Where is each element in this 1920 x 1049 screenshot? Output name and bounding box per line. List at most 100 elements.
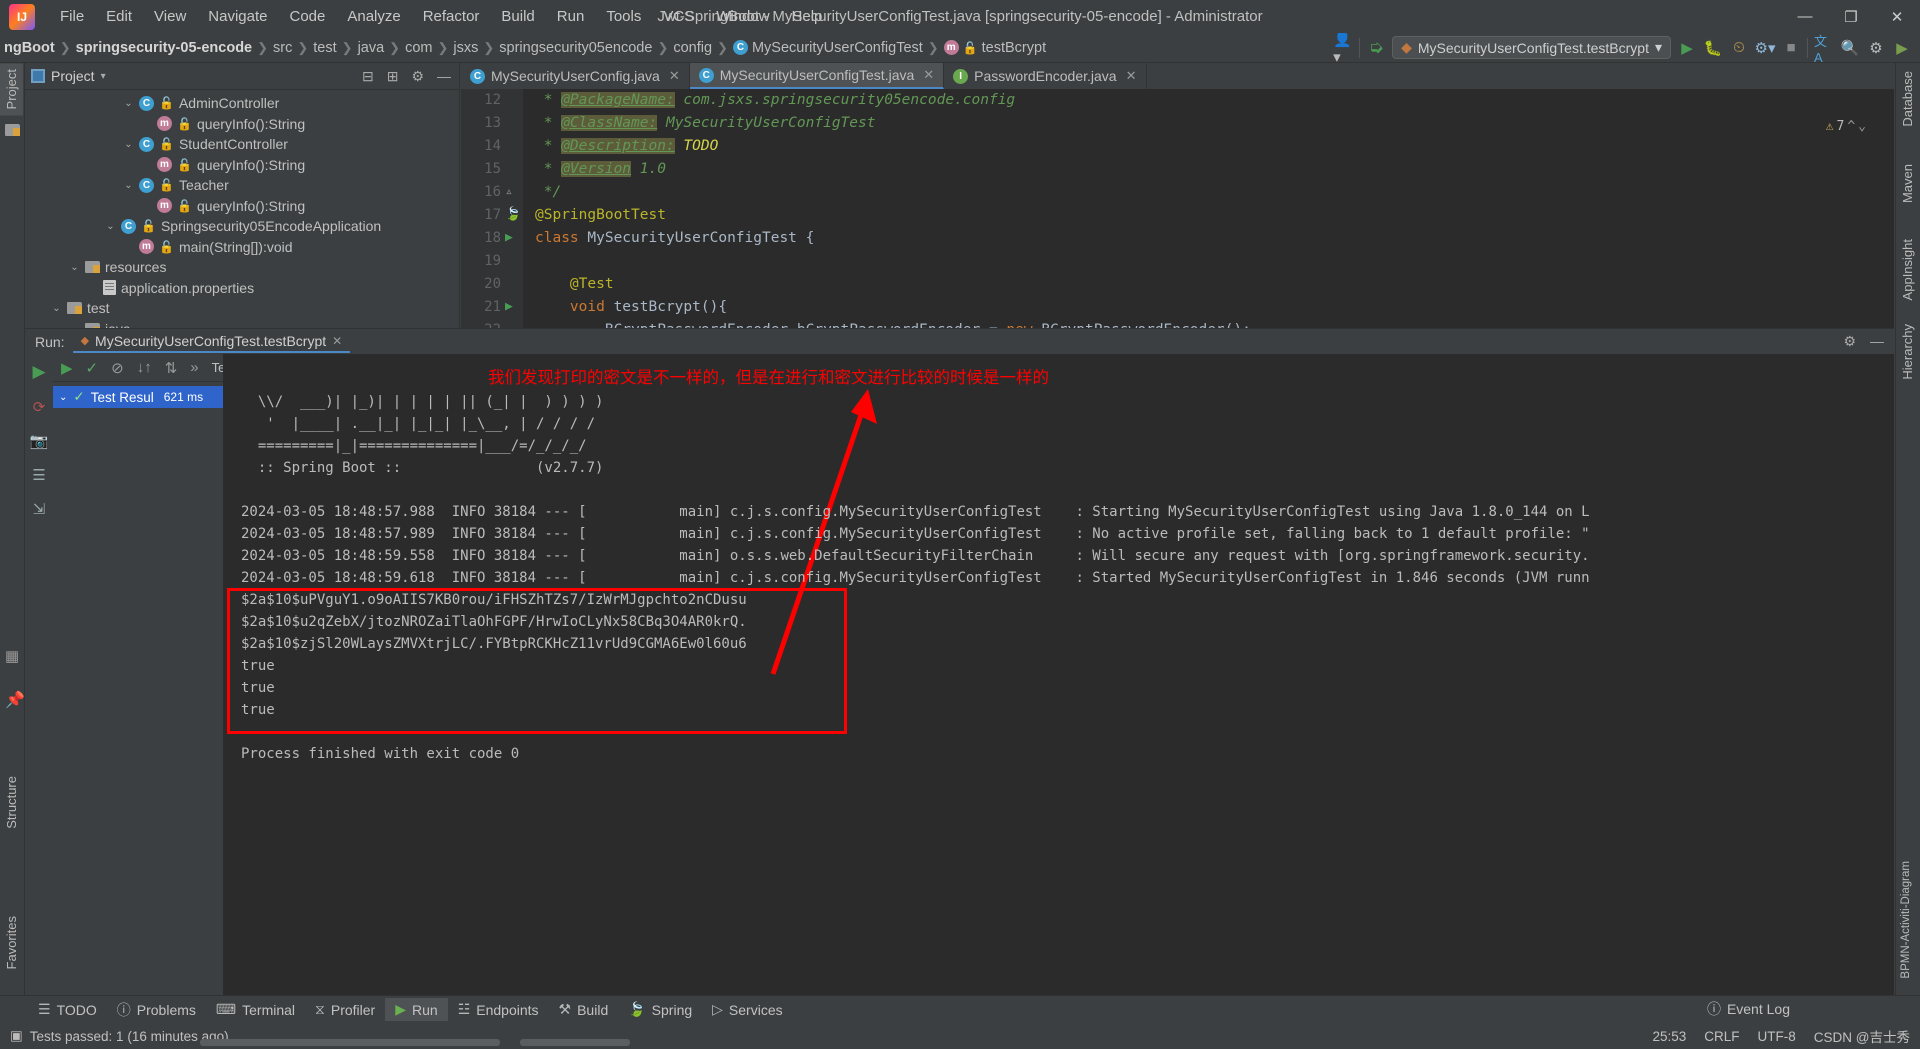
breadcrumb-item-jsxs[interactable]: jsxs xyxy=(449,39,482,57)
window-controls[interactable]: — ❐ ✕ xyxy=(1782,0,1920,33)
test-toolbar[interactable]: ▶ ✓ ⊘ ↓↑ ⇅ » Tests passed: 1 of 1 test –… xyxy=(53,354,223,382)
close-icon[interactable]: ✕ xyxy=(1126,68,1137,84)
chevron-down-icon[interactable]: ⌄ xyxy=(123,139,134,150)
translate-icon[interactable]: 文A xyxy=(1814,37,1834,59)
test-tree-root-row[interactable]: ⌄ ✓ Test Resul 621 ms xyxy=(53,386,223,408)
coverage-button[interactable]: ⏲ xyxy=(1729,37,1749,59)
menu-item-tools[interactable]: Tools xyxy=(595,5,652,28)
horizontal-scrollbar[interactable] xyxy=(200,1039,500,1046)
sidebar-tab-database[interactable]: Database xyxy=(1896,65,1919,133)
editor-tab-passwordencoder[interactable]: I PasswordEncoder.java ✕ xyxy=(944,63,1146,89)
run-configuration-selector[interactable]: ◆ MySecurityUserConfigTest.testBcrypt ▾ xyxy=(1392,36,1671,59)
menu-item-analyze[interactable]: Analyze xyxy=(336,5,411,28)
plugin-icon[interactable]: ▶ xyxy=(1892,37,1912,59)
bottom-tab-problems[interactable]: ⓘProblems xyxy=(107,997,206,1023)
close-icon[interactable]: ✕ xyxy=(669,68,680,84)
run-button[interactable]: ▶ xyxy=(1677,37,1697,59)
tree-node[interactable]: ⌄test xyxy=(25,298,459,319)
debug-button[interactable]: 🐛 xyxy=(1703,37,1723,59)
editor-tab-bar[interactable]: C MySecurityUserConfig.java ✕ C MySecuri… xyxy=(461,63,1894,89)
grid-icon[interactable]: ▦ xyxy=(5,647,19,665)
menu-item-run[interactable]: Run xyxy=(546,5,596,28)
sort-duration-icon[interactable]: ⇅ xyxy=(165,359,178,377)
tree-node[interactable]: m🔓queryInfo():String xyxy=(25,196,459,217)
account-icon[interactable]: 👤▾ xyxy=(1333,37,1353,59)
chevron-down-icon[interactable]: ⌄ xyxy=(105,221,116,232)
sort-alpha-icon[interactable]: ↓↑ xyxy=(137,359,152,376)
run-test-gutter-icon[interactable]: ▶ xyxy=(505,230,513,245)
project-tree[interactable]: ⌄C🔓AdminControllerm🔓queryInfo():String⌄C… xyxy=(25,90,459,339)
bottom-tab-todo[interactable]: ☰TODO xyxy=(28,998,107,1021)
chevron-down-icon[interactable]: ▾ xyxy=(1655,39,1662,56)
breadcrumb-item-config[interactable]: config xyxy=(669,39,716,57)
bottom-tab-services[interactable]: ▷Services xyxy=(702,998,792,1021)
tree-node[interactable]: ⌄C🔓AdminController xyxy=(25,93,459,114)
chevron-down-icon[interactable]: ⌄ xyxy=(123,180,134,191)
bottom-tab-terminal[interactable]: ⌨Terminal xyxy=(206,998,305,1021)
horizontal-scrollbar-secondary[interactable] xyxy=(520,1039,630,1046)
rerun-failed-button[interactable]: ⟳ xyxy=(33,398,46,416)
structure-folder-icon[interactable] xyxy=(0,115,24,148)
menu-item-vcs[interactable]: VCS xyxy=(652,5,705,28)
tree-node[interactable]: ⌄C🔓StudentController xyxy=(25,134,459,155)
spring-leaf-icon[interactable]: 🍃 xyxy=(505,207,521,222)
profile-button[interactable]: ⚙▾ xyxy=(1755,37,1775,59)
run-test-gutter-icon[interactable]: ▶ xyxy=(505,299,513,314)
menu-item-file[interactable]: File xyxy=(49,5,95,28)
hide-panel-icon[interactable]: — xyxy=(437,68,451,84)
gear-icon[interactable]: ⚙ xyxy=(1843,333,1856,350)
expand-all-icon[interactable]: ⊞ xyxy=(387,68,399,85)
tree-node[interactable]: ⌄C🔓Teacher xyxy=(25,175,459,196)
chevron-up-icon[interactable]: ^ xyxy=(1847,119,1855,134)
maximize-button[interactable]: ❐ xyxy=(1828,0,1874,33)
breadcrumb-item-method[interactable]: m 🔓 testBcrypt xyxy=(940,39,1050,57)
menu-item-build[interactable]: Build xyxy=(490,5,545,28)
menu-item-refactor[interactable]: Refactor xyxy=(412,5,491,28)
chevron-down-icon[interactable]: ⌄ xyxy=(123,98,134,109)
hammer-icon[interactable]: ➭ xyxy=(1366,37,1386,59)
export-icon[interactable]: ⇲ xyxy=(33,500,46,518)
chevron-down-icon[interactable]: ⌄ xyxy=(69,262,80,273)
check-icon[interactable]: ✓ xyxy=(86,359,99,377)
stop-button[interactable]: ■ xyxy=(1781,37,1801,59)
breadcrumb-item-module[interactable]: springsecurity-05-encode xyxy=(72,39,256,57)
menu-item-navigate[interactable]: Navigate xyxy=(197,5,278,28)
menu-item-edit[interactable]: Edit xyxy=(95,5,143,28)
run-tab[interactable]: ◆ MySecurityUserConfigTest.testBcrypt ✕ xyxy=(73,331,351,353)
collapse-all-icon[interactable]: ⊟ xyxy=(362,68,374,85)
inspection-warning-badge[interactable]: ⚠ 7 ^ ⌄ xyxy=(1826,119,1866,134)
tree-node[interactable]: m🔓queryInfo():String xyxy=(25,114,459,135)
rerun-button[interactable]: ▶ xyxy=(32,362,45,382)
breadcrumb-item-package[interactable]: springsecurity05encode xyxy=(495,39,656,57)
menu-item-code[interactable]: Code xyxy=(278,5,336,28)
filter-icon[interactable]: ☰ xyxy=(32,466,45,484)
tree-node[interactable]: application.properties xyxy=(25,278,459,299)
minimize-button[interactable]: — xyxy=(1782,0,1828,33)
ignore-icon[interactable]: ⊘ xyxy=(111,359,124,377)
sidebar-tab-appinsight[interactable]: AppInsight xyxy=(1896,233,1919,306)
menu-bar[interactable]: File Edit View Navigate Code Analyze Ref… xyxy=(49,5,833,28)
close-icon[interactable]: ✕ xyxy=(923,67,934,83)
more-icon[interactable]: » xyxy=(190,359,198,376)
chevron-down-icon[interactable]: ⌄ xyxy=(59,392,67,403)
close-button[interactable]: ✕ xyxy=(1874,0,1920,33)
pin-icon[interactable]: 📌 xyxy=(5,690,25,710)
run-icon[interactable]: ▶ xyxy=(61,359,73,377)
menu-item-window[interactable]: Window xyxy=(705,5,780,28)
line-separator[interactable]: CRLF xyxy=(1704,1029,1739,1044)
bottom-tab-profiler[interactable]: ⧖Profiler xyxy=(305,998,385,1021)
breadcrumb-item-com[interactable]: com xyxy=(401,39,436,57)
console-output[interactable]: 我们发现打印的密文是不一样的，但是在进行和密文进行比较的时候是一样的 \\/ _… xyxy=(223,354,1894,995)
bottom-tab-build[interactable]: ⚒Build xyxy=(549,998,619,1021)
chevron-down-icon[interactable]: ⌄ xyxy=(51,303,62,314)
editor-tab-mysecurityuserconfigtest[interactable]: C MySecurityUserConfigTest.java ✕ xyxy=(690,63,944,89)
tree-node[interactable]: ⌄C🔓Springsecurity05EncodeApplication xyxy=(25,216,459,237)
breadcrumb-item-class[interactable]: C MySecurityUserConfigTest xyxy=(729,39,927,57)
event-log-button[interactable]: ⓘ Event Log xyxy=(1707,999,1790,1019)
hide-panel-icon[interactable]: — xyxy=(1870,333,1884,350)
breadcrumb-item-java[interactable]: java xyxy=(354,39,389,57)
menu-item-view[interactable]: View xyxy=(143,5,197,28)
camera-icon[interactable]: 📷 xyxy=(30,432,49,450)
breadcrumb[interactable]: ngBoot ❯ springsecurity-05-encode ❯ src … xyxy=(0,39,1050,57)
sidebar-tab-hierarchy[interactable]: Hierarchy xyxy=(1896,318,1919,386)
